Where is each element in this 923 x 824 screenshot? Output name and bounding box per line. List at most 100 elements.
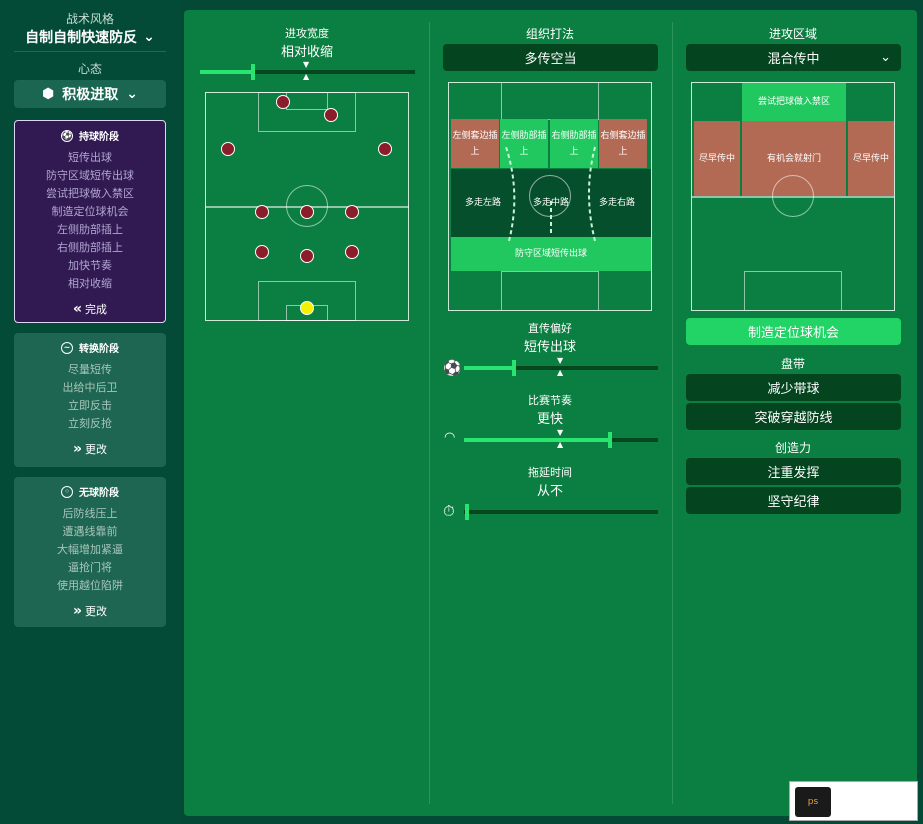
build-dropdown[interactable]: 多传空当 [443, 44, 658, 71]
attack-dropdown[interactable]: 混合传中 ⌄ [686, 44, 901, 71]
chevron-down-icon: ⌄ [880, 50, 891, 65]
passing-slider-fill [464, 366, 513, 370]
phase-out-possession[interactable]: ◦ 无球阶段 后防线压上 遭遇线靠前 大幅增加紧逼 逼抢门将 使用越位陷阱 » 更改 [14, 477, 166, 627]
list-item: 尽量短传 [68, 363, 112, 376]
dribble-less-button[interactable]: 减少带球 [686, 374, 901, 401]
speedometer-icon: ◠ [444, 430, 456, 445]
creative-free-button[interactable]: 注重发挥 [686, 458, 901, 485]
creative-free-label: 注重发挥 [767, 466, 820, 481]
player-marker[interactable] [300, 205, 314, 219]
creative-title: 创造力 [774, 441, 811, 455]
style-title: 战术风格 [65, 12, 114, 26]
width-title: 进攻宽度 相对收缩 [200, 25, 414, 60]
dribble-break-button[interactable]: 突破穿越防线 [686, 403, 901, 430]
tempo-title-text: 比赛节奏 [528, 394, 572, 407]
tempo-slider-knob[interactable] [608, 432, 612, 448]
list-item: 左侧肋部插上 [57, 223, 123, 236]
phase-in-possession[interactable]: ⚽ 持球阶段 短传出球 防守区域短传出球 尝试把球做入禁区 制造定位球机会 左侧肋… [14, 120, 166, 323]
marker-down-icon: ▼ [303, 60, 310, 69]
list-item: 立刻反抢 [68, 417, 112, 430]
phase-title: 无球阶段 [79, 488, 119, 499]
column-divider [429, 22, 430, 804]
tactics-panel: 进攻宽度 相对收缩 ▼ ▲ 组织打法 多传空当 左侧套边插上 左侧肋部插上 右侧… [184, 10, 917, 816]
player-marker[interactable] [345, 245, 359, 259]
chevron-right-double-icon: » [72, 603, 82, 619]
mentality-title: 心态 [77, 62, 102, 76]
zone-box[interactable]: 尝试把球做入禁区 [742, 83, 846, 121]
passing-value: 短传出球 [523, 340, 576, 355]
time-wasting-title: 拖延时间 从不 [443, 464, 657, 499]
player-marker[interactable] [221, 142, 235, 156]
list-item: 尝试把球做入禁区 [46, 187, 134, 200]
chevron-right-double-icon: » [72, 441, 82, 457]
attack-pitch: 尝试把球做入禁区 尽早传中 有机会就射门 尽早传中 [691, 82, 895, 311]
time-wasting-slider[interactable] [464, 510, 658, 514]
list-item: 防守区域短传出球 [46, 169, 134, 182]
tempo-slider-fill [464, 438, 610, 442]
set-piece-label: 制造定位球机会 [747, 326, 839, 341]
style-value: 自制自制快速防反 [25, 30, 138, 46]
time-wasting-slider-knob[interactable] [465, 504, 469, 520]
watermark-text: ps [807, 797, 819, 807]
chevron-left-double-icon: « [72, 301, 82, 317]
list-item: 出给中后卫 [62, 381, 118, 394]
player-marker[interactable] [255, 205, 269, 219]
football-icon: ⚽ [443, 359, 462, 377]
player-marker[interactable] [300, 249, 314, 263]
list-item: 立即反击 [68, 399, 112, 412]
marker-up-icon: ▲ [557, 368, 564, 377]
dribble-less-label: 减少带球 [767, 382, 820, 397]
build-pitch: 左侧套边插上 左侧肋部插上 右侧肋部插上 右侧套边插上 多走左路 多走中路 多走… [448, 82, 652, 311]
list-item: 使用越位陷阱 [57, 579, 123, 592]
list-item: 大幅增加紧逼 [57, 543, 123, 556]
player-marker[interactable] [255, 245, 269, 259]
dribble-break-label: 突破穿越防线 [754, 411, 833, 426]
creative-discipline-button[interactable]: 坚守纪律 [686, 487, 901, 514]
width-value: 相对收缩 [280, 45, 333, 60]
time-wasting-title-text: 拖延时间 [528, 466, 572, 479]
build-dropdown-value: 多传空当 [524, 52, 577, 67]
list-item: 后防线压上 [62, 507, 118, 520]
mentality-value: 积极进取 [62, 87, 119, 103]
list-item: 加快节奏 [68, 259, 112, 272]
done-button[interactable]: «完成 [15, 301, 165, 317]
tempo-title: 比赛节奏 更快 [443, 392, 657, 427]
dribble-title: 盘带 [780, 357, 805, 371]
no-ball-icon: ◦ [61, 485, 73, 498]
goalkeeper-marker[interactable] [300, 301, 314, 315]
ball-icon: ⚽ [61, 129, 73, 142]
watermark-logo: ps [789, 781, 918, 821]
chevron-down-icon: ⌄ [143, 29, 155, 45]
set-piece-button[interactable]: 制造定位球机会 [686, 318, 901, 345]
attack-dropdown-value: 混合传中 [767, 52, 820, 67]
player-marker[interactable] [345, 205, 359, 219]
transition-icon: ~ [61, 341, 73, 354]
build-arrows-graphic [505, 146, 596, 242]
passing-title: 直传偏好 短传出球 [443, 320, 657, 355]
mentality-dropdown[interactable]: ⬢ 积极进取 ⌄ [14, 80, 166, 108]
phase-title: 持球阶段 [79, 132, 119, 143]
phase-transition[interactable]: ~ 转换阶段 尽量短传 出给中后卫 立即反击 立刻反抢 » 更改 [14, 333, 166, 467]
player-marker[interactable] [378, 142, 392, 156]
player-marker[interactable] [324, 108, 338, 122]
change-button[interactable]: » 更改 [14, 441, 166, 457]
width-slider-knob[interactable] [251, 64, 255, 80]
passing-title-text: 直传偏好 [528, 322, 572, 335]
player-marker[interactable] [276, 95, 290, 109]
list-item: 逼抢门将 [68, 561, 112, 574]
change-label: 更改 [85, 605, 108, 618]
list-item: 右侧肋部插上 [57, 241, 123, 254]
formation-pitch [205, 92, 409, 321]
attack-title: 进攻区域 [768, 27, 817, 41]
change-button[interactable]: » 更改 [14, 603, 166, 619]
list-item: 短传出球 [68, 151, 112, 164]
sidebar: 战术风格 自制自制快速防反 ⌄ 心态 ⬢ 积极进取 ⌄ ⚽ 持球阶段 短传出球 防… [0, 0, 180, 824]
done-label: 完成 [85, 303, 108, 316]
list-item: 相对收缩 [68, 277, 112, 290]
zone-right-early[interactable]: 尽早传中 [848, 121, 894, 196]
list-item: 遭遇线靠前 [62, 525, 118, 538]
passing-slider-knob[interactable] [512, 360, 516, 376]
zone-left-early[interactable]: 尽早传中 [694, 121, 740, 196]
marker-down-icon: ▼ [557, 428, 564, 437]
style-dropdown[interactable]: 自制自制快速防反 ⌄ [14, 27, 166, 52]
